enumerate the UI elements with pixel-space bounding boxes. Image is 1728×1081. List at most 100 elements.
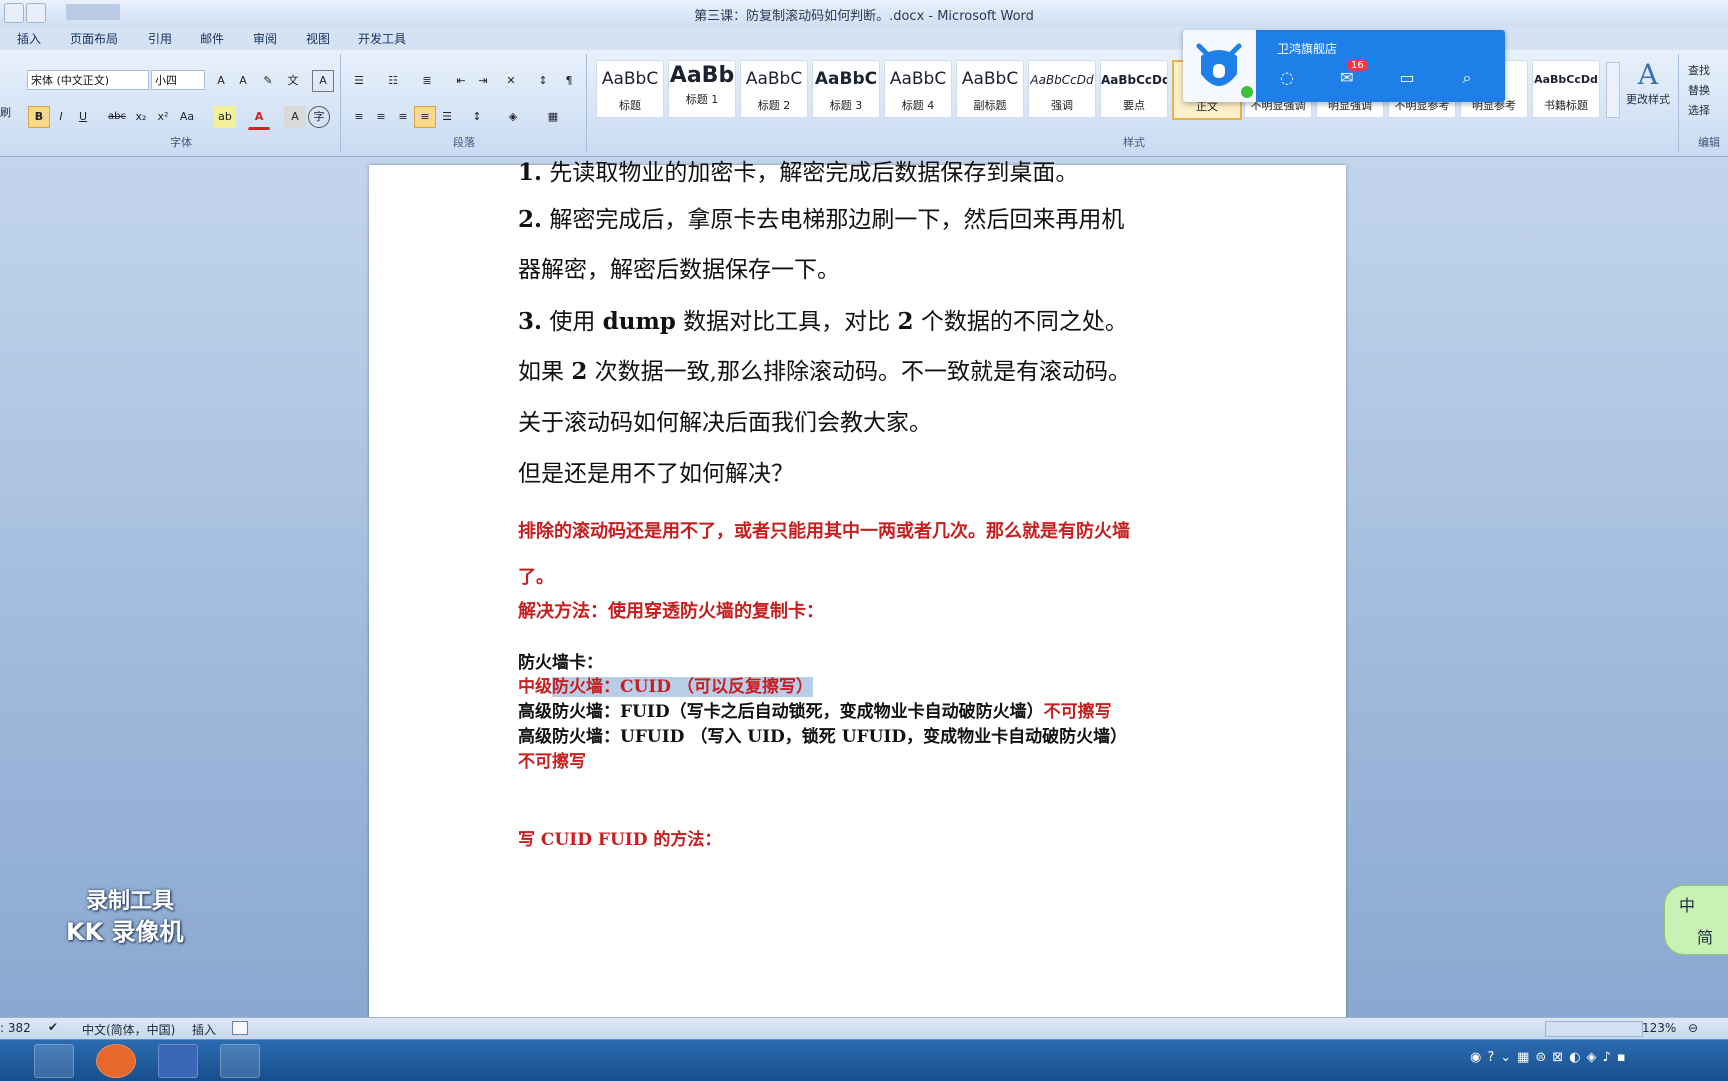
red-paragraph: 排除的滚动码还是用不了，或者只能用其中一两或者几次。那么就是有防火墙 bbox=[518, 521, 1130, 542]
shading-icon[interactable]: ◈ bbox=[502, 106, 524, 128]
sort-icon[interactable]: ↕ bbox=[532, 70, 554, 92]
style-title[interactable]: AaBbC 标题 bbox=[596, 60, 664, 118]
doc-line-5: 如果 2 次数据一致,那么排除滚动码。不一致就是有滚动码。 bbox=[518, 352, 1131, 386]
style-sample: AaBbC bbox=[745, 69, 803, 89]
style-heading-1[interactable]: AaBb 标题 1 bbox=[668, 60, 736, 118]
tab-page-layout[interactable]: 页面布局 bbox=[70, 30, 118, 47]
doc-line-3: 器解密，解密后数据保存一下。 bbox=[518, 250, 840, 284]
superscript-button[interactable]: x² bbox=[152, 106, 174, 128]
search-icon[interactable]: ⌕ bbox=[1455, 68, 1479, 88]
style-name: 标题 bbox=[619, 99, 641, 112]
line-spacing-icon[interactable]: ↕ bbox=[466, 106, 488, 128]
notification-badge: 16 bbox=[1347, 60, 1368, 71]
line-red-text: 不可擦写 bbox=[1043, 702, 1112, 722]
align-center-icon[interactable]: ≡ bbox=[370, 106, 392, 128]
strikethrough-button[interactable]: abc bbox=[106, 106, 128, 128]
styles-scroll[interactable] bbox=[1606, 62, 1620, 118]
style-heading-4[interactable]: AaBbC 标题 4 bbox=[884, 60, 952, 118]
shop-name: 卫鸿旗舰店 bbox=[1277, 42, 1338, 56]
style-sample: AaBbCcDd bbox=[1534, 73, 1598, 86]
line-bold: dump bbox=[602, 308, 676, 335]
mail-icon[interactable]: ✉ bbox=[1335, 68, 1359, 88]
find-button[interactable]: 查找 bbox=[1688, 62, 1710, 78]
word-app-icon[interactable] bbox=[158, 1044, 198, 1078]
increase-indent-icon[interactable]: ⇥ bbox=[472, 70, 494, 92]
tab-references[interactable]: 引用 bbox=[148, 30, 172, 47]
doc-line-4: 3. 使用 dump 数据对比工具，对比 2 个数据的不同之处。 bbox=[518, 302, 1128, 336]
view-buttons[interactable] bbox=[1545, 1021, 1643, 1037]
window-icon[interactable]: ▭ bbox=[1395, 68, 1419, 88]
insert-mode[interactable]: 插入 bbox=[192, 1021, 216, 1038]
camera-app-icon[interactable] bbox=[34, 1044, 74, 1078]
high-firewall-line-1: 高级防火墙：FUID（写卡之后自动锁死，变成物业卡自动破防火墙）不可擦写 bbox=[518, 697, 1112, 722]
phonetic-guide-icon[interactable]: 文 bbox=[282, 70, 304, 92]
language-status[interactable]: 中文(简体，中国) bbox=[82, 1021, 175, 1038]
line-text: 如果 bbox=[518, 359, 572, 385]
style-subtitle[interactable]: AaBbC 副标题 bbox=[956, 60, 1024, 118]
underline-button[interactable]: U bbox=[72, 106, 94, 128]
grow-font-icon[interactable]: A bbox=[210, 70, 232, 92]
style-heading-2[interactable]: AaBbC 标题 2 bbox=[740, 60, 808, 118]
tab-review[interactable]: 审阅 bbox=[253, 30, 277, 47]
format-painter-label[interactable]: 刷 bbox=[0, 104, 11, 120]
select-button[interactable]: 选择 bbox=[1688, 102, 1710, 118]
recorder-app-icon[interactable] bbox=[96, 1044, 136, 1078]
zoom-out-icon[interactable]: ⊖ bbox=[1688, 1021, 1698, 1035]
change-styles-button[interactable]: A 更改样式 bbox=[1620, 58, 1676, 107]
tab-mailings[interactable]: 邮件 bbox=[200, 30, 224, 47]
show-marks-icon[interactable]: ¶ bbox=[558, 70, 580, 92]
macro-icon[interactable] bbox=[232, 1021, 248, 1035]
subscript-button[interactable]: x₂ bbox=[130, 106, 152, 128]
enclose-char-icon[interactable]: 字 bbox=[308, 106, 330, 128]
multilevel-list-icon[interactable]: ≣ bbox=[416, 70, 438, 92]
style-strong[interactable]: AaBbCcDd 要点 bbox=[1100, 60, 1168, 118]
chat-icon[interactable]: ◌ bbox=[1275, 68, 1299, 88]
styles-group-label: 样式 bbox=[1123, 136, 1145, 149]
title-bar: 第三课：防复制滚动码如何判断。.docx - Microsoft Word bbox=[0, 0, 1728, 27]
selected-text[interactable]: 防火墙：CUID （可以反复擦写） bbox=[552, 677, 813, 697]
tab-insert[interactable]: 插入 bbox=[17, 30, 41, 47]
tab-view[interactable]: 视图 bbox=[306, 30, 330, 47]
status-bar: : 382 ✔ 中文(简体，中国) 插入 123% ⊖ bbox=[0, 1017, 1728, 1040]
window-title: 第三课：防复制滚动码如何判断。.docx - Microsoft Word bbox=[694, 9, 1034, 24]
proofing-icon[interactable]: ✔ bbox=[48, 1020, 58, 1034]
justify-icon[interactable]: ≡ bbox=[414, 106, 436, 128]
shrink-font-icon[interactable]: A bbox=[232, 70, 254, 92]
bullets-icon[interactable]: ☰ bbox=[348, 70, 370, 92]
italic-button[interactable]: I bbox=[50, 106, 72, 128]
tab-developer[interactable]: 开发工具 bbox=[358, 30, 406, 47]
font-group: 宋体 (中文正文) 小四 A A ✎ 文 A B I U abc x₂ x² A… bbox=[22, 54, 341, 152]
distributed-icon[interactable]: ☰ bbox=[436, 106, 458, 128]
font-size-box[interactable]: 小四 bbox=[151, 70, 205, 90]
line-bold: 2 bbox=[571, 358, 588, 385]
char-border-icon[interactable]: A bbox=[312, 70, 334, 92]
decrease-indent-icon[interactable]: ⇤ bbox=[450, 70, 472, 92]
line-text: 使用 bbox=[549, 309, 603, 335]
shop-popup[interactable]: 卫鸿旗舰店 ◌ ✉ 16 ▭ ⌕ bbox=[1183, 30, 1505, 102]
style-book-title[interactable]: AaBbCcDd 书籍标题 bbox=[1532, 60, 1600, 118]
system-tray[interactable]: ◉?⌄▦⊜⊠◐◈♪▪ bbox=[1470, 1050, 1728, 1072]
bold-button[interactable]: B bbox=[28, 106, 50, 128]
line-text: 器解密，解密后数据保存一下。 bbox=[518, 257, 840, 283]
ime-widget[interactable]: 中 简 bbox=[1664, 885, 1728, 955]
document-page[interactable]: 1. 先读取物业的加密卡，解密完成后数据保存到桌面。 2. 解密完成后，拿原卡去… bbox=[369, 159, 1346, 1020]
numbering-icon[interactable]: ☷ bbox=[382, 70, 404, 92]
align-right-icon[interactable]: ≡ bbox=[392, 106, 414, 128]
change-case-button[interactable]: Aa bbox=[176, 106, 198, 128]
clear-format-icon[interactable]: ✎ bbox=[257, 70, 279, 92]
borders-icon[interactable]: ▦ bbox=[542, 106, 564, 128]
word-count[interactable]: : 382 bbox=[0, 1021, 31, 1035]
chinese-layout-icon[interactable]: ✕ bbox=[500, 70, 522, 92]
replace-button[interactable]: 替换 bbox=[1688, 82, 1710, 98]
chip-app-icon[interactable] bbox=[220, 1044, 260, 1078]
style-emphasis[interactable]: AaBbCcDd 强调 bbox=[1028, 60, 1096, 118]
font-name-box[interactable]: 宋体 (中文正文) bbox=[27, 70, 149, 90]
char-shading-button[interactable]: A bbox=[284, 106, 306, 128]
align-left-icon[interactable]: ≡ bbox=[348, 106, 370, 128]
style-heading-3[interactable]: AaBbC 标题 3 bbox=[812, 60, 880, 118]
font-color-button[interactable]: A bbox=[248, 106, 270, 130]
zoom-level[interactable]: 123% bbox=[1642, 1021, 1676, 1035]
method-line: 写 CUID FUID 的方法： bbox=[518, 830, 722, 850]
highlight-icon[interactable]: ab bbox=[214, 106, 236, 128]
style-sample: AaBb bbox=[669, 63, 735, 88]
